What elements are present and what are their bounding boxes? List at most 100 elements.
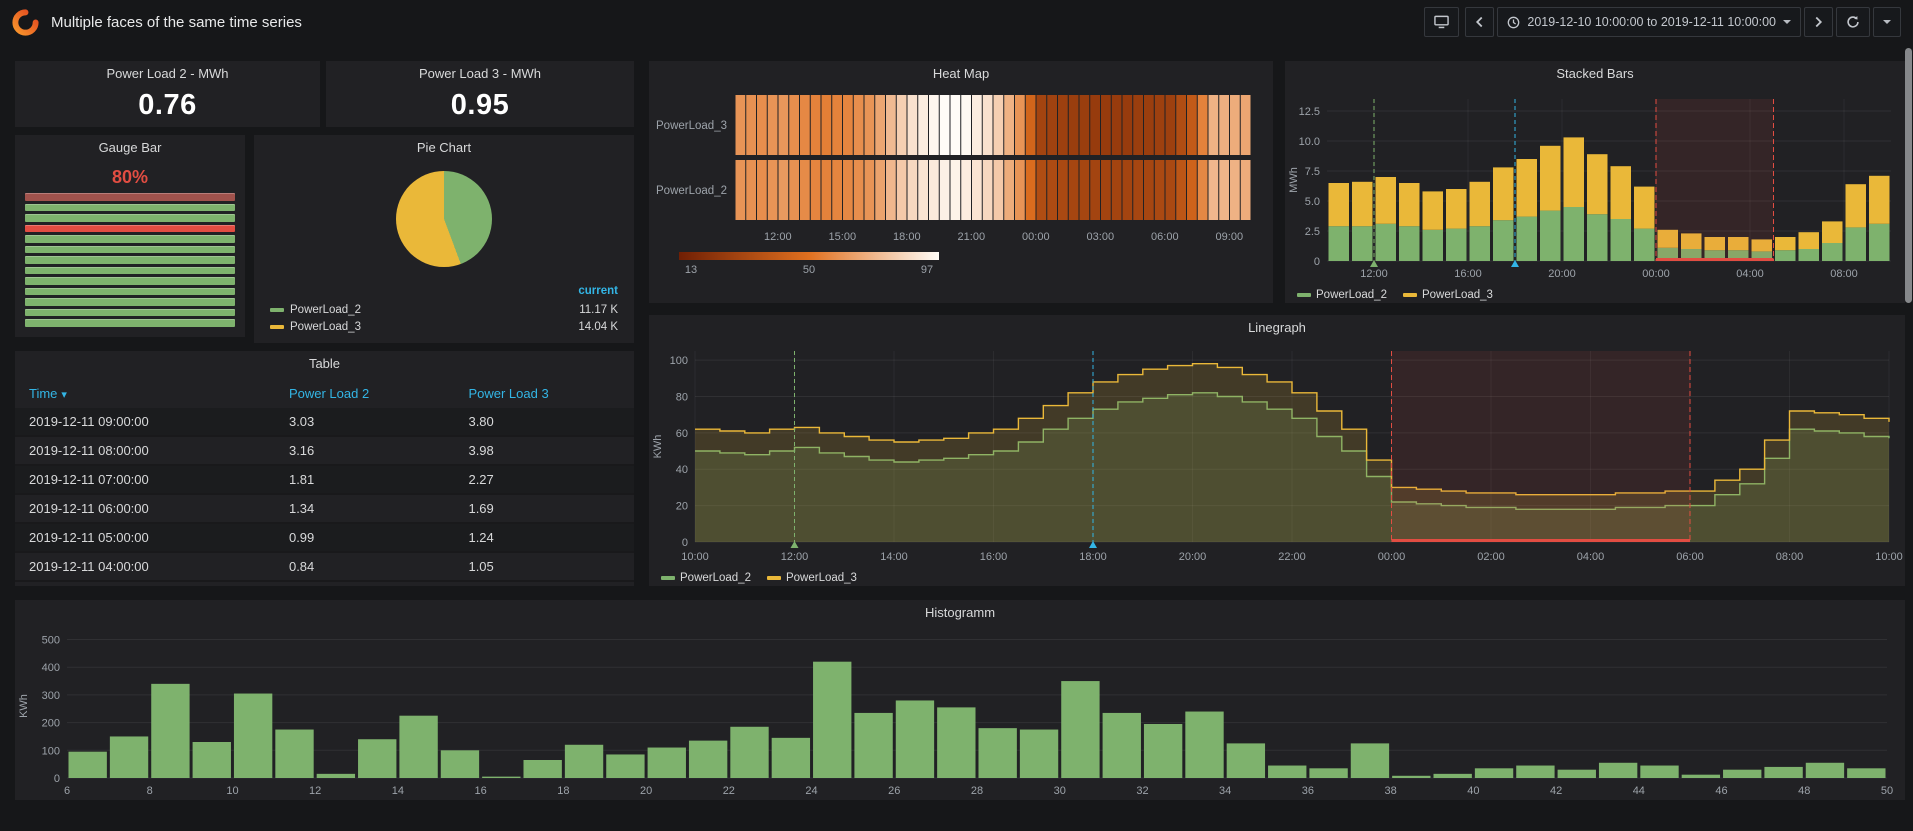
svg-text:12.5: 12.5 [1299, 106, 1320, 118]
svg-text:42: 42 [1550, 785, 1562, 797]
pie-chart[interactable] [396, 171, 492, 267]
histogram-chart[interactable]: 0100200300400500KWh681012141618202224262… [15, 626, 1905, 800]
dashboard-title[interactable]: Multiple faces of the same time series [51, 14, 302, 31]
svg-text:00:00: 00:00 [1642, 268, 1670, 280]
svg-text:16: 16 [475, 785, 487, 797]
panel-title[interactable]: Table [15, 351, 634, 377]
table-cell: 0.84 [275, 552, 455, 581]
pie-legend-header: current [270, 285, 618, 301]
chevron-left-icon [1475, 16, 1484, 28]
gauge-bars [25, 193, 235, 327]
gauge-bar-green [25, 246, 235, 254]
table-row: 2019-12-11 05:00:000.991.24 [15, 523, 634, 552]
gauge-bar-dim-red [25, 193, 235, 201]
legend-item-PowerLoad_3[interactable]: PowerLoad_3 [767, 572, 857, 584]
panel-pie-chart: Pie Chart current PowerLoad_211.17 KPowe… [254, 135, 634, 343]
panel-title[interactable]: Pie Chart [254, 135, 634, 161]
svg-text:300: 300 [42, 690, 60, 702]
legend-label: PowerLoad_2 [680, 572, 751, 584]
svg-text:200: 200 [42, 718, 60, 730]
svg-text:18:00: 18:00 [893, 231, 921, 243]
table-cell: 2019-12-11 06:00:00 [15, 494, 275, 523]
svg-text:16:00: 16:00 [980, 551, 1008, 563]
svg-text:20: 20 [676, 501, 688, 513]
svg-text:2.5: 2.5 [1305, 226, 1320, 238]
time-range-button[interactable]: 2019-12-10 10:00:00 to 2019-12-11 10:00:… [1497, 7, 1801, 37]
linegraph-chart[interactable]: 020406080100KWh10:0012:0014:0016:0018:00… [649, 341, 1905, 566]
svg-text:06:00: 06:00 [1151, 231, 1179, 243]
navbar: Multiple faces of the same time series [0, 0, 1913, 44]
svg-text:10:00: 10:00 [681, 551, 709, 563]
svg-text:32: 32 [1136, 785, 1148, 797]
panel-table: Table Time▾ Power Load 2 Power Load 3 20… [15, 351, 634, 586]
pie-legend-label: PowerLoad_3 [290, 321, 572, 333]
table-header-power-load-2[interactable]: Power Load 2 [275, 377, 455, 408]
svg-text:7.5: 7.5 [1305, 166, 1320, 178]
legend-item-PowerLoad_3[interactable]: PowerLoad_3 [1403, 289, 1493, 301]
svg-text:44: 44 [1633, 785, 1645, 797]
time-back-button[interactable] [1465, 7, 1494, 37]
legend-swatch [1297, 293, 1311, 297]
legend-item-PowerLoad_2[interactable]: PowerLoad_2 [1297, 289, 1387, 301]
tv-mode-button[interactable] [1424, 7, 1459, 37]
panel-title[interactable]: Gauge Bar [15, 135, 245, 161]
gauge-bar-green [25, 277, 235, 285]
panel-title[interactable]: Stacked Bars [1285, 61, 1905, 87]
svg-text:5.0: 5.0 [1305, 196, 1320, 208]
table-header-power-load-3[interactable]: Power Load 3 [454, 377, 634, 408]
refresh-button[interactable] [1836, 7, 1870, 37]
grafana-dashboard: Multiple faces of the same time series [0, 0, 1913, 831]
pie-legend-item-PowerLoad_2[interactable]: PowerLoad_211.17 K [270, 301, 618, 318]
svg-text:00:00: 00:00 [1022, 231, 1050, 243]
table-row: 2019-12-11 07:00:001.812.27 [15, 465, 634, 494]
panel-title[interactable]: Histogramm [15, 600, 1905, 626]
stat-value: 0.76 [15, 83, 320, 127]
legend-swatch [1403, 293, 1417, 297]
svg-text:100: 100 [42, 745, 60, 757]
svg-text:38: 38 [1385, 785, 1397, 797]
table-header-time[interactable]: Time▾ [15, 377, 275, 408]
panel-title[interactable]: Heat Map [649, 61, 1273, 87]
svg-text:34: 34 [1219, 785, 1231, 797]
table-cell: 3.03 [275, 408, 455, 436]
svg-text:MWh: MWh [1288, 167, 1300, 193]
svg-text:0: 0 [1314, 256, 1320, 268]
table-row: 2019-12-11 06:00:001.341.69 [15, 494, 634, 523]
scrollbar[interactable] [1905, 48, 1912, 303]
gauge-percent-label: 80% [15, 167, 245, 188]
legend-item-PowerLoad_2[interactable]: PowerLoad_2 [661, 572, 751, 584]
legend-swatch [767, 576, 781, 580]
svg-text:20:00: 20:00 [1179, 551, 1207, 563]
sort-desc-icon: ▾ [61, 389, 67, 401]
time-forward-button[interactable] [1804, 7, 1833, 37]
gauge-bar-green [25, 298, 235, 306]
gauge-bar-green [25, 319, 235, 327]
table-cell: 3.80 [454, 408, 634, 436]
table-cell: 0.99 [275, 523, 455, 552]
table-row: 2019-12-11 08:00:003.163.98 [15, 436, 634, 465]
pie-legend-value: 14.04 K [578, 321, 618, 333]
svg-text:20:00: 20:00 [1548, 268, 1576, 280]
grafana-logo-icon[interactable] [12, 9, 39, 36]
svg-text:10:00: 10:00 [1875, 551, 1903, 563]
pie-legend-value: 11.17 K [579, 304, 618, 316]
gauge-bar-green [25, 256, 235, 264]
heatmap-chart[interactable]: PowerLoad_3PowerLoad_212:0015:0018:0021:… [649, 87, 1273, 303]
svg-text:18:00: 18:00 [1079, 551, 1107, 563]
chevron-right-icon [1814, 16, 1823, 28]
gauge-bar-green [25, 288, 235, 296]
refresh-interval-dropdown[interactable] [1873, 7, 1901, 37]
panel-gauge-bar: Gauge Bar 80% [15, 135, 245, 337]
svg-text:21:00: 21:00 [958, 231, 986, 243]
svg-text:500: 500 [42, 635, 60, 647]
svg-text:26: 26 [888, 785, 900, 797]
pie-legend-item-PowerLoad_3[interactable]: PowerLoad_3 14.04 K [270, 318, 618, 335]
caret-down-icon [1883, 20, 1891, 24]
panel-title[interactable]: Linegraph [649, 315, 1905, 341]
stacked-bars-chart[interactable]: 02.55.07.510.012.5MWh12:0016:0020:0000:0… [1285, 87, 1905, 283]
svg-text:04:00: 04:00 [1577, 551, 1605, 563]
time-range-label: 2019-12-10 10:00:00 to 2019-12-11 10:00:… [1527, 15, 1776, 29]
panel-stacked-bars: Stacked Bars 02.55.07.510.012.5MWh12:001… [1285, 61, 1905, 303]
svg-text:50: 50 [803, 264, 815, 276]
clock-icon [1507, 16, 1520, 29]
